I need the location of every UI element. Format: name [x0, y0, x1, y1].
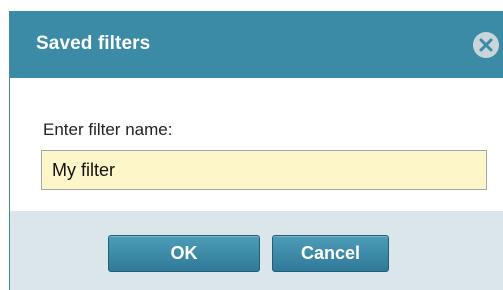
- dialog-footer: OK Cancel: [10, 211, 503, 290]
- cancel-button[interactable]: Cancel: [272, 235, 389, 272]
- ok-button[interactable]: OK: [108, 235, 260, 272]
- dialog-content: Enter filter name:: [10, 78, 503, 211]
- dialog-title: Saved filters: [36, 33, 151, 54]
- close-icon: [479, 38, 493, 52]
- filter-name-label: Enter filter name:: [43, 120, 173, 139]
- filter-name-input[interactable]: [41, 150, 487, 190]
- close-button[interactable]: [473, 32, 499, 58]
- saved-filters-dialog: Saved filters Enter filter name: OK Canc…: [9, 11, 503, 290]
- dialog-titlebar: Saved filters: [10, 11, 503, 78]
